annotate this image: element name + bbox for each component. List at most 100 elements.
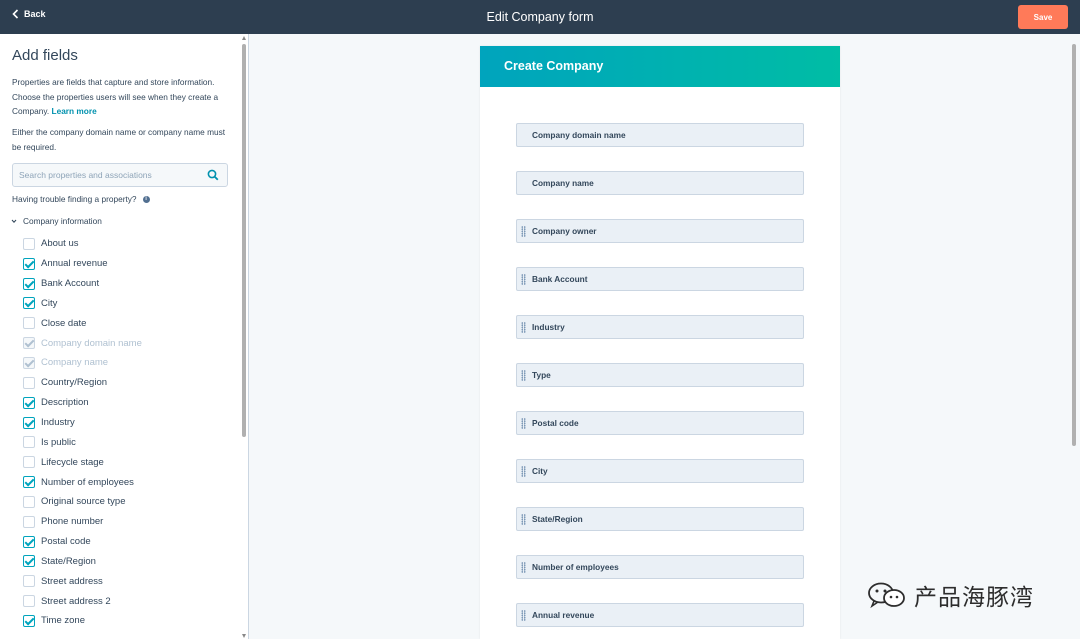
form-field-label: Type bbox=[532, 370, 551, 380]
watermark-text: 产品海豚湾 bbox=[914, 585, 1034, 611]
property-item[interactable]: Country/Region bbox=[23, 373, 238, 393]
property-label: Is public bbox=[41, 436, 76, 448]
sidebar-scrollbar[interactable] bbox=[242, 36, 247, 638]
property-item[interactable]: About us bbox=[23, 234, 238, 254]
main-scrollbar[interactable] bbox=[1071, 40, 1077, 639]
form-field[interactable]: State/Region bbox=[516, 507, 804, 531]
property-checkbox[interactable] bbox=[23, 237, 35, 250]
search-icon[interactable] bbox=[207, 169, 219, 181]
property-item[interactable]: Street address bbox=[23, 571, 238, 591]
form-field-label: Company name bbox=[532, 178, 594, 188]
drag-handle-icon[interactable] bbox=[521, 562, 526, 573]
property-label: City bbox=[41, 297, 58, 309]
property-item[interactable]: State/Region bbox=[23, 552, 238, 572]
property-checkbox[interactable] bbox=[23, 575, 35, 588]
drag-handle-icon[interactable] bbox=[521, 226, 526, 237]
scrollbar-thumb[interactable] bbox=[1072, 44, 1076, 446]
property-item[interactable]: Phone number bbox=[23, 512, 238, 532]
add-fields-sidebar: Add fields Properties are fields that ca… bbox=[0, 34, 249, 639]
property-item[interactable]: Street address 2 bbox=[23, 591, 238, 611]
form-field-label: Industry bbox=[532, 322, 565, 332]
form-field-label: Bank Account bbox=[532, 274, 588, 284]
property-label: Phone number bbox=[41, 516, 104, 528]
property-label: Number of employees bbox=[41, 476, 134, 488]
property-checkbox bbox=[23, 337, 35, 350]
form-field-label: Company domain name bbox=[532, 130, 626, 140]
form-field-label: Number of employees bbox=[532, 562, 619, 572]
property-checkbox[interactable] bbox=[23, 456, 35, 469]
search-input[interactable] bbox=[13, 164, 203, 186]
drag-handle-icon[interactable] bbox=[521, 274, 526, 285]
form-field[interactable]: Company domain name bbox=[516, 123, 804, 147]
property-label: Annual revenue bbox=[41, 258, 108, 270]
property-checkbox[interactable] bbox=[23, 396, 35, 409]
watermark: 产品海豚湾 bbox=[866, 578, 1034, 612]
property-label: Street address bbox=[41, 575, 103, 587]
scroll-up-arrow[interactable] bbox=[242, 36, 246, 40]
property-checkbox[interactable] bbox=[23, 376, 35, 389]
property-checkbox[interactable] bbox=[23, 257, 35, 270]
property-item[interactable]: Original source type bbox=[23, 492, 238, 512]
form-field[interactable]: Type bbox=[516, 363, 804, 387]
property-search bbox=[12, 163, 228, 187]
property-checkbox[interactable] bbox=[23, 595, 35, 608]
group-label: Company information bbox=[23, 216, 102, 226]
form-field[interactable]: Number of employees bbox=[516, 555, 804, 579]
property-item[interactable]: Number of employees bbox=[23, 472, 238, 492]
property-item[interactable]: Close date bbox=[23, 313, 238, 333]
property-checkbox[interactable] bbox=[23, 476, 35, 489]
property-item[interactable]: Annual revenue bbox=[23, 254, 238, 274]
property-checkbox[interactable] bbox=[23, 297, 35, 310]
property-checkbox[interactable] bbox=[23, 495, 35, 508]
scroll-down-arrow[interactable] bbox=[242, 634, 246, 638]
form-field[interactable]: Industry bbox=[516, 315, 804, 339]
drag-handle-icon[interactable] bbox=[521, 514, 526, 525]
drag-handle-icon[interactable] bbox=[521, 466, 526, 477]
property-label: Time zone bbox=[41, 615, 85, 627]
form-field[interactable]: Company name bbox=[516, 171, 804, 195]
property-item[interactable]: Bank Account bbox=[23, 274, 238, 294]
form-field[interactable]: City bbox=[516, 459, 804, 483]
property-item[interactable]: Time zone bbox=[23, 611, 238, 631]
scrollbar-thumb[interactable] bbox=[242, 44, 246, 437]
form-field-label: Annual revenue bbox=[532, 610, 595, 620]
property-item[interactable]: Industry bbox=[23, 413, 238, 433]
property-label: About us bbox=[41, 238, 79, 250]
property-label: Company domain name bbox=[41, 337, 142, 349]
property-checkbox[interactable] bbox=[23, 277, 35, 290]
drag-handle-icon[interactable] bbox=[521, 610, 526, 621]
property-item[interactable]: Lifecycle stage bbox=[23, 452, 238, 472]
property-item[interactable]: Description bbox=[23, 393, 238, 413]
drag-handle-icon[interactable] bbox=[521, 370, 526, 381]
property-checkbox[interactable] bbox=[23, 535, 35, 548]
trouble-hint: Having trouble finding a property? i bbox=[12, 194, 150, 204]
form-field-label: State/Region bbox=[532, 514, 583, 524]
form-field[interactable]: Bank Account bbox=[516, 267, 804, 291]
learn-more-link[interactable]: Learn more bbox=[52, 106, 97, 116]
drag-handle-icon[interactable] bbox=[521, 322, 526, 333]
company-information-group[interactable]: Company information bbox=[11, 216, 102, 226]
property-checkbox[interactable] bbox=[23, 317, 35, 330]
property-label: State/Region bbox=[41, 555, 96, 567]
property-list: About us Annual revenue Bank Account City Cl… bbox=[23, 234, 238, 631]
property-checkbox[interactable] bbox=[23, 614, 35, 627]
trouble-text: Having trouble finding a property? bbox=[12, 194, 137, 204]
save-button[interactable]: Save bbox=[1018, 5, 1068, 29]
form-field[interactable]: Postal code bbox=[516, 411, 804, 435]
property-checkbox[interactable] bbox=[23, 416, 35, 429]
property-item[interactable]: Postal code bbox=[23, 532, 238, 552]
property-label: Original source type bbox=[41, 496, 126, 508]
property-item[interactable]: City bbox=[23, 294, 238, 314]
property-label: Country/Region bbox=[41, 377, 108, 389]
property-checkbox[interactable] bbox=[23, 436, 35, 449]
sidebar-description: Properties are fields that capture and s… bbox=[12, 75, 232, 119]
property-item[interactable]: Is public bbox=[23, 432, 238, 452]
property-checkbox[interactable] bbox=[23, 555, 35, 568]
info-icon[interactable]: i bbox=[142, 195, 150, 203]
property-checkbox[interactable] bbox=[23, 515, 35, 528]
drag-handle-icon[interactable] bbox=[521, 418, 526, 429]
form-field[interactable]: Annual revenue bbox=[516, 603, 804, 627]
wechat-icon bbox=[868, 582, 905, 609]
form-field[interactable]: Company owner bbox=[516, 219, 804, 243]
property-item: Company domain name bbox=[23, 333, 238, 353]
